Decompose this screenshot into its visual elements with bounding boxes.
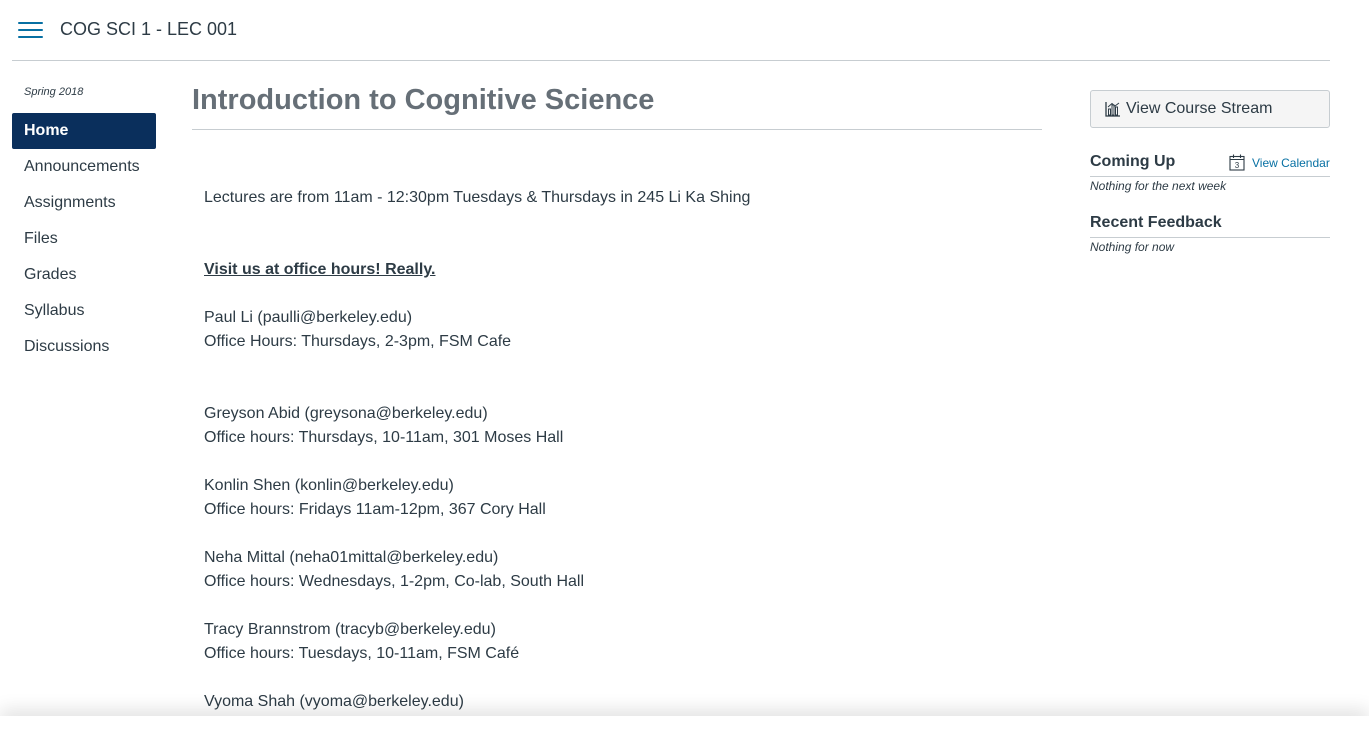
term-label: Spring 2018: [24, 86, 84, 98]
staff-hours: Office hours: Wednesdays, 1-2pm, Co-lab,…: [204, 573, 585, 590]
page-title: Introduction to Cognitive Science: [192, 84, 655, 116]
title-divider: [192, 129, 1042, 130]
view-calendar-link[interactable]: 3 View Calendar: [1229, 154, 1330, 171]
staff-contact: Konlin Shen (konlin@berkeley.edu): [204, 477, 454, 494]
staff-contact: Tracy Brannstrom (tracyb@berkeley.edu): [204, 621, 496, 638]
office-hours-heading: Visit us at office hours! Really.: [204, 261, 436, 278]
staff-hours: Office hours: Thursdays, 10-11am, 301 Mo…: [204, 429, 564, 446]
course-breadcrumb[interactable]: COG SCI 1 - LEC 001: [60, 19, 237, 40]
hamburger-icon[interactable]: [18, 19, 44, 41]
staff-hours: Office hours: Fridays 11am-12pm, 367 Cor…: [204, 501, 546, 518]
staff-contact: Vyoma Shah (vyoma@berkeley.edu): [204, 693, 464, 710]
coming-up-heading: Coming Up: [1090, 153, 1176, 170]
nav-item-files[interactable]: Files: [12, 221, 156, 257]
nav-item-discussions[interactable]: Discussions: [12, 329, 156, 365]
staff-hours: Office hours: Tuesdays, 10-11am, FSM Caf…: [204, 645, 520, 662]
nav-item-assignments[interactable]: Assignments: [12, 185, 156, 221]
view-course-stream-label: View Course Stream: [1126, 100, 1273, 117]
svg-text:3: 3: [1235, 161, 1240, 170]
lecture-info: Lectures are from 11am - 12:30pm Tuesday…: [204, 189, 751, 206]
recent-feedback-heading: Recent Feedback: [1090, 214, 1222, 231]
staff-contact: Greyson Abid (greysona@berkeley.edu): [204, 405, 488, 422]
view-course-stream-button[interactable]: View Course Stream: [1090, 90, 1330, 128]
coming-up-divider: [1090, 176, 1330, 177]
course-header: COG SCI 1 - LEC 001: [12, 0, 1330, 61]
staff-hours: Office Hours: Thursdays, 2-3pm, FSM Cafe: [204, 333, 512, 350]
nav-item-home[interactable]: Home: [12, 113, 156, 149]
nav-item-announcements[interactable]: Announcements: [12, 149, 156, 185]
staff-contact: Neha Mittal (neha01mittal@berkeley.edu): [204, 549, 499, 566]
bar-chart-icon: [1105, 102, 1120, 117]
recent-feedback-divider: [1090, 237, 1330, 238]
view-calendar-label: View Calendar: [1252, 155, 1330, 170]
nav-item-syllabus[interactable]: Syllabus: [12, 293, 156, 329]
scroll-shadow: [0, 716, 1369, 736]
nav-item-grades[interactable]: Grades: [12, 257, 156, 293]
calendar-icon: 3: [1229, 154, 1245, 171]
recent-feedback-empty-note: Nothing for now: [1090, 240, 1175, 254]
home-page-content: Lectures are from 11am - 12:30pm Tuesday…: [204, 186, 1034, 714]
staff-contact: Paul Li (paulli@berkeley.edu): [204, 309, 413, 326]
course-nav: Home Announcements Assignments Files Gra…: [12, 113, 156, 365]
coming-up-empty-note: Nothing for the next week: [1090, 179, 1227, 193]
